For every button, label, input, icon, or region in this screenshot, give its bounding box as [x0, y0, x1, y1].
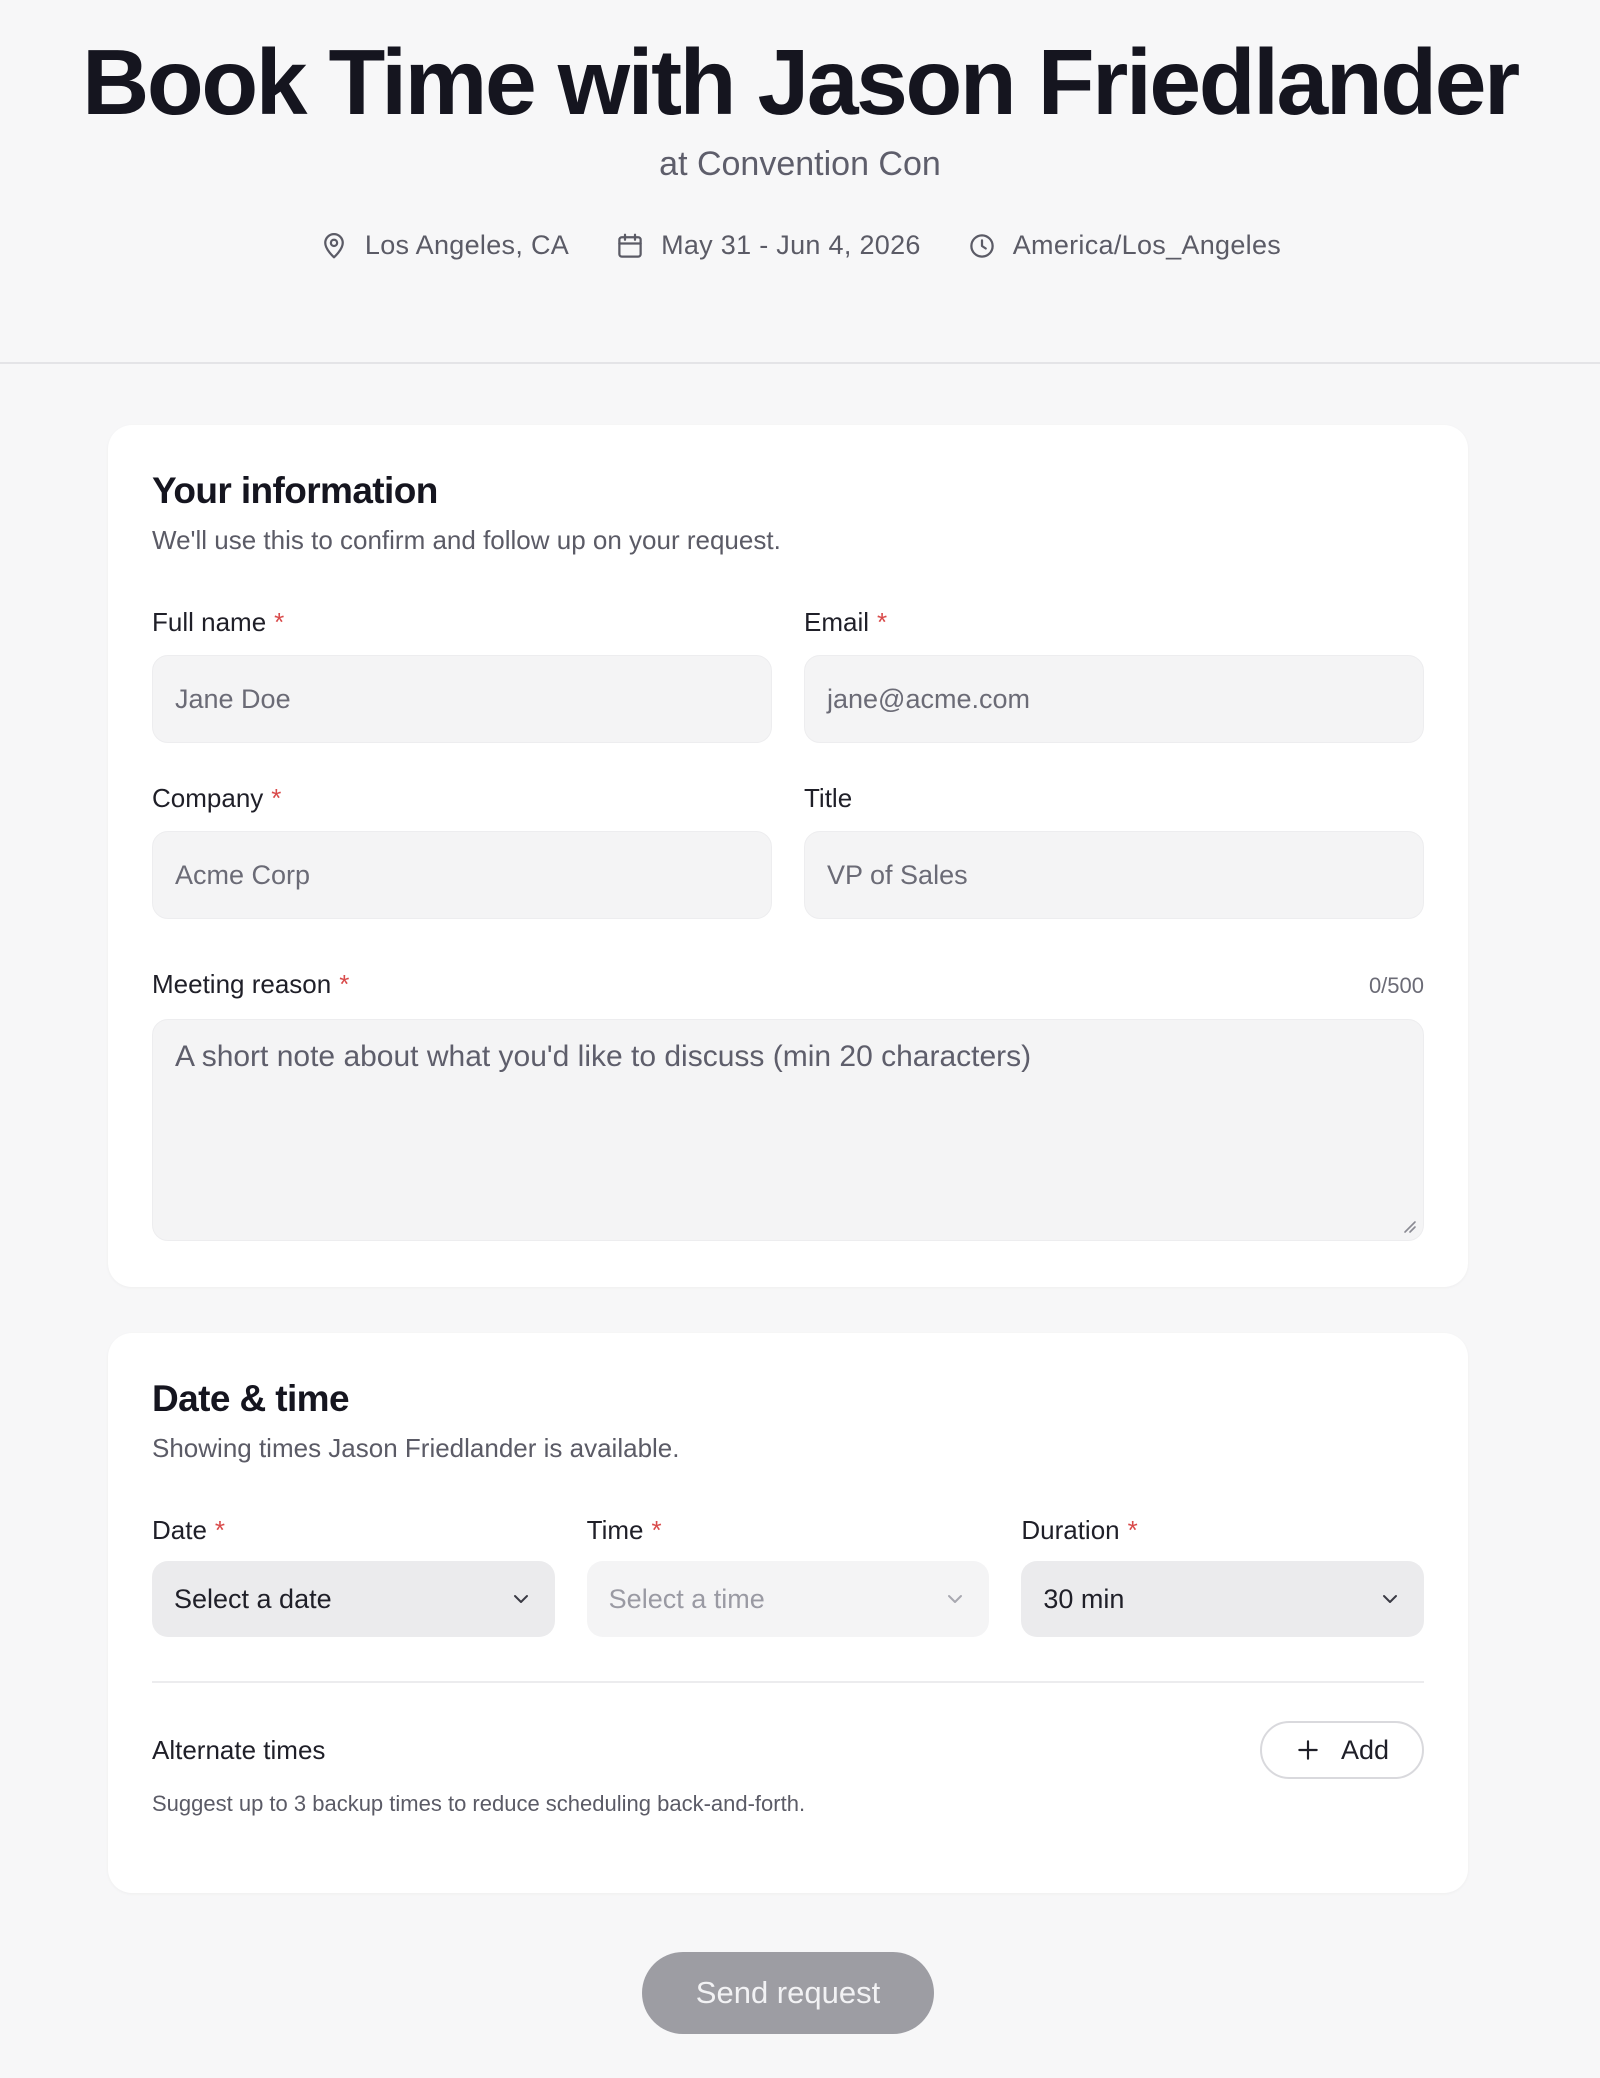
duration-label: Duration — [1021, 1515, 1120, 1545]
section-description: Showing times Jason Friedlander is avail… — [152, 1433, 680, 1463]
send-request-button[interactable]: Send request — [642, 1952, 934, 2034]
plus-icon — [1298, 1740, 1318, 1760]
duration-select-value: 30 min — [1043, 1583, 1125, 1614]
dates-meta: May 31 - Jun 4, 2026 — [615, 230, 921, 261]
section-title: Date & time — [152, 1378, 350, 1419]
full-name-field: Full name * Jane Doe — [152, 605, 772, 743]
alternate-times-description: Suggest up to 3 backup times to reduce s… — [152, 1791, 806, 1816]
required-marker: * — [339, 969, 350, 999]
location-text: Los Angeles, CA — [364, 230, 570, 260]
title-label: Title — [804, 783, 853, 813]
page-header: Book Time with Jason Friedlander at Conv… — [0, 0, 1600, 364]
company-field: Company * Acme Corp — [152, 781, 772, 919]
required-marker: * — [651, 1515, 662, 1545]
alternate-times-row: Alternate times Add — [152, 1721, 1424, 1779]
company-placeholder: Acme Corp — [175, 859, 311, 890]
time-select[interactable]: Select a time — [586, 1561, 990, 1637]
dates-text: May 31 - Jun 4, 2026 — [661, 230, 921, 260]
required-marker: * — [271, 783, 282, 813]
required-marker: * — [214, 1515, 226, 1545]
add-button-label: Add — [1340, 1734, 1390, 1765]
chevron-down-icon — [513, 1595, 528, 1603]
meeting-reason-textarea[interactable]: A short note about what you'd like to di… — [152, 1019, 1424, 1241]
date-label: Date — [152, 1515, 207, 1545]
meeting-reason-placeholder: A short note about what you'd like to di… — [175, 1040, 1032, 1073]
character-counter: 0/500 — [1368, 973, 1424, 998]
required-marker: * — [877, 607, 888, 637]
time-select-value: Select a time — [608, 1583, 765, 1614]
title-placeholder: VP of Sales — [827, 859, 968, 890]
full-name-placeholder: Jane Doe — [175, 683, 291, 714]
required-marker: * — [274, 607, 285, 637]
email-input[interactable]: jane@acme.com — [804, 655, 1424, 743]
required-marker: * — [1127, 1515, 1138, 1545]
date-time-card: Date & time Showing times Jason Friedlan… — [108, 1333, 1468, 1893]
alternate-times-title: Alternate times — [152, 1734, 326, 1765]
duration-select[interactable]: 30 min — [1021, 1561, 1425, 1637]
clock-icon — [969, 233, 994, 258]
time-label: Time — [586, 1515, 644, 1545]
chevron-down-icon — [948, 1595, 963, 1603]
email-field: Email * jane@acme.com — [804, 605, 1424, 743]
add-alternate-time-button[interactable]: Add — [1260, 1721, 1424, 1779]
resize-handle-icon[interactable] — [1399, 1216, 1417, 1234]
event-meta: Los Angeles, CA May 31 - Jun 4, 2026 Ame… — [0, 230, 1600, 261]
full-name-label: Full name — [152, 607, 267, 637]
company-input[interactable]: Acme Corp — [152, 831, 772, 919]
calendar-icon — [618, 233, 642, 258]
your-information-card: Your information We'll use this to confi… — [108, 425, 1468, 1287]
date-field: Date * Select a date — [152, 1513, 555, 1637]
date-select[interactable]: Select a date — [152, 1561, 555, 1637]
timezone-meta: America/Los_Angeles — [967, 230, 1281, 261]
duration-field: Duration * 30 min — [1021, 1513, 1425, 1637]
meeting-reason-field: Meeting reason * 0/500 A short note about… — [152, 967, 1424, 1241]
event-subtitle: at Convention Con — [659, 145, 941, 183]
email-label: Email — [804, 607, 870, 637]
title-input[interactable]: VP of Sales — [804, 831, 1424, 919]
timezone-text: America/Los_Angeles — [1012, 230, 1282, 260]
section-title: Your information — [152, 470, 438, 511]
time-field: Time * Select a time — [586, 1513, 990, 1637]
page-title: Book Time with Jason Friedlander — [82, 30, 1520, 134]
map-pin-icon — [324, 232, 344, 258]
date-select-value: Select a date — [174, 1583, 332, 1614]
title-field: Title VP of Sales — [804, 781, 1424, 919]
full-name-input[interactable]: Jane Doe — [152, 655, 772, 743]
meeting-reason-label: Meeting reason — [152, 969, 332, 999]
location-meta: Los Angeles, CA — [319, 230, 569, 261]
company-label: Company — [152, 783, 264, 813]
email-placeholder: jane@acme.com — [827, 683, 1030, 714]
section-description: We'll use this to confirm and follow up … — [152, 525, 781, 555]
section-divider — [152, 1681, 1424, 1683]
chevron-down-icon — [1383, 1595, 1398, 1603]
send-request-label: Send request — [695, 1975, 881, 2010]
